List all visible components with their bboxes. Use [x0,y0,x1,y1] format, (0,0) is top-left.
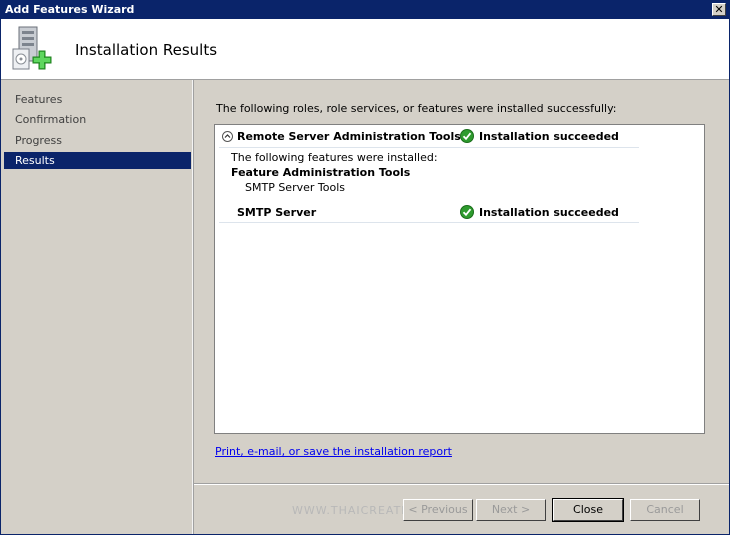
window-close-button[interactable]: ✕ [712,3,726,16]
success-check-icon [460,129,474,143]
server-add-icon [12,26,52,70]
sidebar-item-results[interactable]: Results [4,152,191,169]
cancel-button[interactable]: Cancel [630,499,700,521]
collapse-icon[interactable] [222,131,233,142]
row-divider [219,222,639,223]
intro-text: The following roles, role services, or f… [216,102,617,115]
wizard-window: Add Features Wizard ✕ Installation Resul… [0,0,730,535]
installation-report-link[interactable]: Print, e-mail, or save the installation … [215,445,452,458]
wizard-steps-sidebar: Features Confirmation Progress Results [1,80,193,534]
close-button[interactable]: Close [552,498,624,522]
results-list[interactable]: Remote Server Administration Tools Insta… [214,124,705,434]
window-title: Add Features Wizard [5,3,135,16]
details-heading: The following features were installed: [231,151,438,164]
row-divider [219,147,639,148]
footer-divider [194,483,729,484]
feature-group: Feature Administration Tools [231,166,411,179]
main-content: The following roles, role services, or f… [194,80,729,534]
previous-button[interactable]: < Previous [403,499,473,521]
sidebar-item-features[interactable]: Features [4,91,191,108]
success-check-icon [460,205,474,219]
sidebar-item-progress[interactable]: Progress [4,132,191,149]
title-bar[interactable]: Add Features Wizard ✕ [1,1,729,19]
page-title: Installation Results [75,41,218,59]
result-name: SMTP Server [237,206,317,219]
next-button[interactable]: Next > [476,499,546,521]
sidebar-item-confirmation[interactable]: Confirmation [4,111,191,128]
close-icon: ✕ [714,3,724,16]
wizard-header: Installation Results [1,19,729,80]
result-status: Installation succeeded [479,206,619,219]
feature-sub-item: SMTP Server Tools [245,181,345,194]
result-name: Remote Server Administration Tools [237,130,461,143]
result-status: Installation succeeded [479,130,619,143]
